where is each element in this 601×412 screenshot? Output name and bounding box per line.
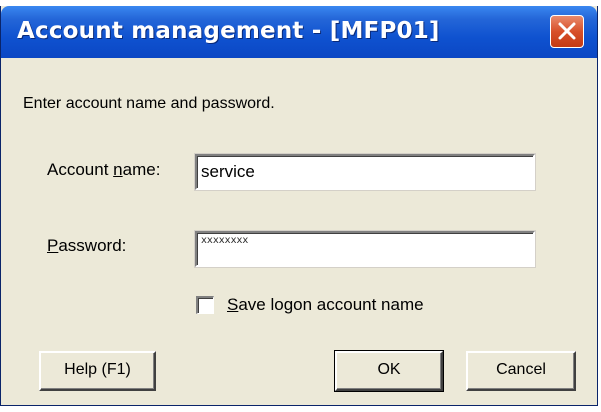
ok-button[interactable]: OK bbox=[334, 350, 444, 392]
save-logon-label[interactable]: Save logon account name bbox=[227, 295, 424, 315]
window-title: Account management - [MFP01] bbox=[17, 18, 440, 44]
help-button[interactable]: Help (F1) bbox=[39, 351, 156, 391]
account-name-input[interactable] bbox=[197, 156, 533, 188]
account-name-label-key: n bbox=[113, 160, 123, 179]
password-label-post: assword: bbox=[58, 236, 127, 255]
account-name-label-pre: Account bbox=[47, 160, 114, 179]
account-name-label-post: ame: bbox=[122, 160, 161, 179]
instruction-text: Enter account name and password. bbox=[23, 95, 275, 112]
account-name-field[interactable] bbox=[195, 154, 535, 190]
close-button[interactable] bbox=[550, 15, 584, 48]
save-logon-checkbox[interactable] bbox=[196, 296, 214, 314]
close-icon bbox=[558, 22, 576, 40]
password-label-key: P bbox=[47, 236, 59, 255]
cancel-button[interactable]: Cancel bbox=[466, 351, 576, 391]
password-mask: xxxxxxxx bbox=[201, 235, 249, 246]
account-name-label: Account name: bbox=[47, 160, 160, 180]
save-logon-label-post: ave logon account name bbox=[238, 295, 424, 314]
account-management-dialog: Account management - [MFP01] Enter accou… bbox=[0, 6, 598, 406]
password-field[interactable]: xxxxxxxx bbox=[195, 231, 535, 267]
title-bar[interactable]: Account management - [MFP01] bbox=[1, 6, 597, 58]
password-label: Password: bbox=[47, 236, 126, 256]
save-logon-label-key: S bbox=[227, 295, 239, 314]
